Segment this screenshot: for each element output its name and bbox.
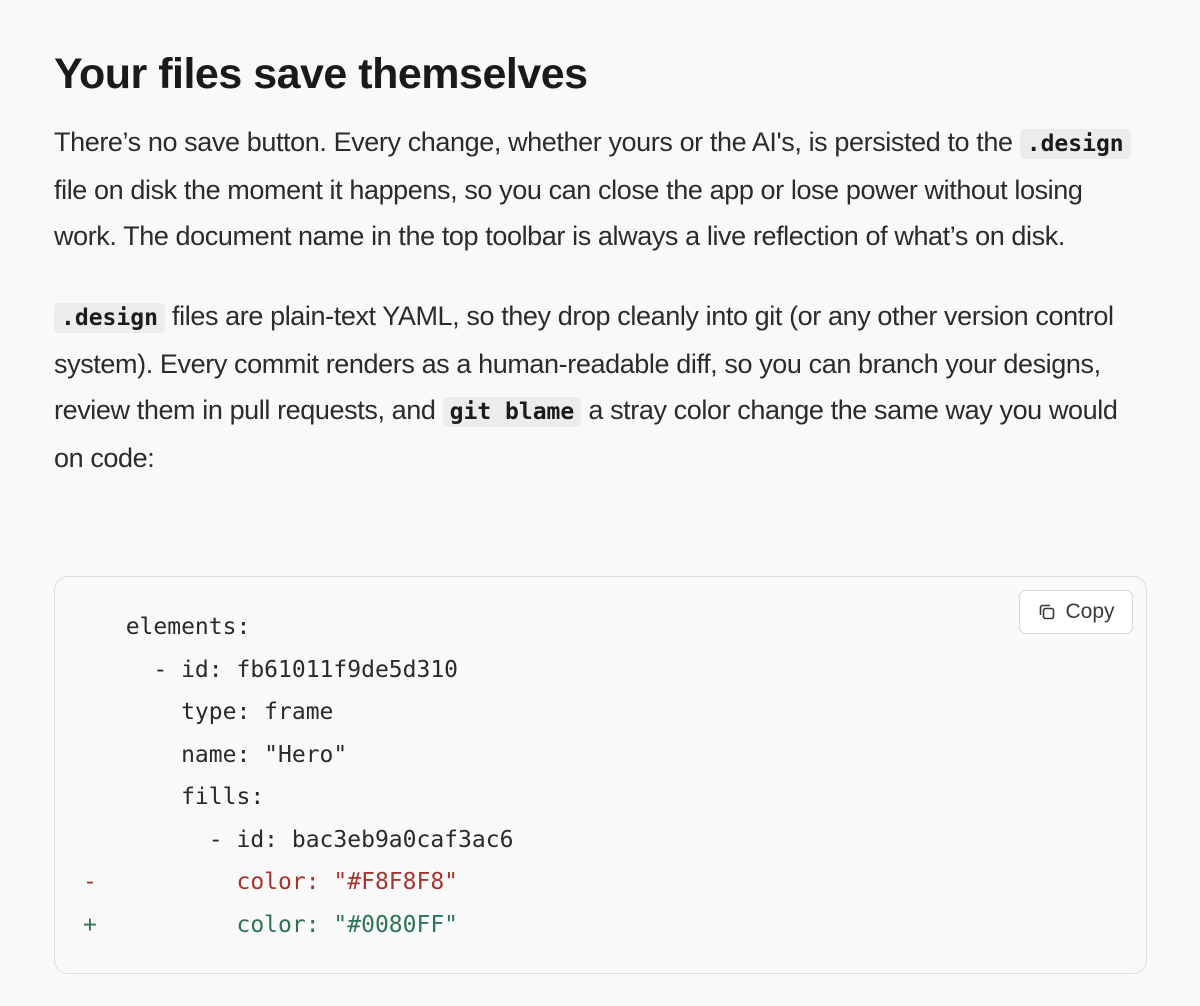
- paragraph-text: file on disk the moment it happens, so y…: [54, 175, 1083, 251]
- code-line: name: "Hero": [55, 734, 1146, 777]
- code-line-text: color: "#F8F8F8": [98, 869, 459, 895]
- section-heading: Your files save themselves: [54, 50, 588, 98]
- diff-marker: +: [83, 911, 97, 938]
- code-line: fills:: [55, 776, 1146, 819]
- code-line-text: - id: fb61011f9de5d310: [98, 656, 459, 683]
- code-line: elements:: [55, 606, 1146, 649]
- paragraph-text: There’s no save button. Every change, wh…: [54, 127, 1013, 157]
- inline-code-design: .design: [54, 303, 165, 333]
- paragraph-version-control: .design files are plain-text YAML, so th…: [54, 293, 1146, 481]
- code-block-yaml-diff: Copy elements: - id: fb61011f9de5d310 ty…: [54, 576, 1147, 974]
- code-line-text: - id: bac3eb9a0caf3ac6: [98, 826, 514, 853]
- inline-code-design: .design: [1019, 129, 1131, 159]
- code-line: type: frame: [55, 691, 1146, 734]
- code-line-text: type: frame: [98, 699, 334, 725]
- code-line-text: elements:: [98, 614, 251, 640]
- code-line-deleted: - color: "#F8F8F8": [55, 861, 1146, 904]
- code-lines: elements: - id: fb61011f9de5d310 type: f…: [55, 606, 1146, 946]
- diff-marker: -: [83, 869, 97, 895]
- code-line-text: color: "#0080FF": [98, 911, 459, 938]
- code-line-added: + color: "#0080FF": [55, 904, 1146, 947]
- code-line: - id: fb61011f9de5d310: [55, 649, 1146, 692]
- code-line: - id: bac3eb9a0caf3ac6: [55, 819, 1146, 862]
- paragraph-autosave: There’s no save button. Every change, wh…: [54, 119, 1146, 259]
- code-line-text: fills:: [98, 784, 265, 810]
- inline-code-git-blame: git blame: [442, 397, 582, 427]
- code-line-text: name: "Hero": [98, 741, 348, 768]
